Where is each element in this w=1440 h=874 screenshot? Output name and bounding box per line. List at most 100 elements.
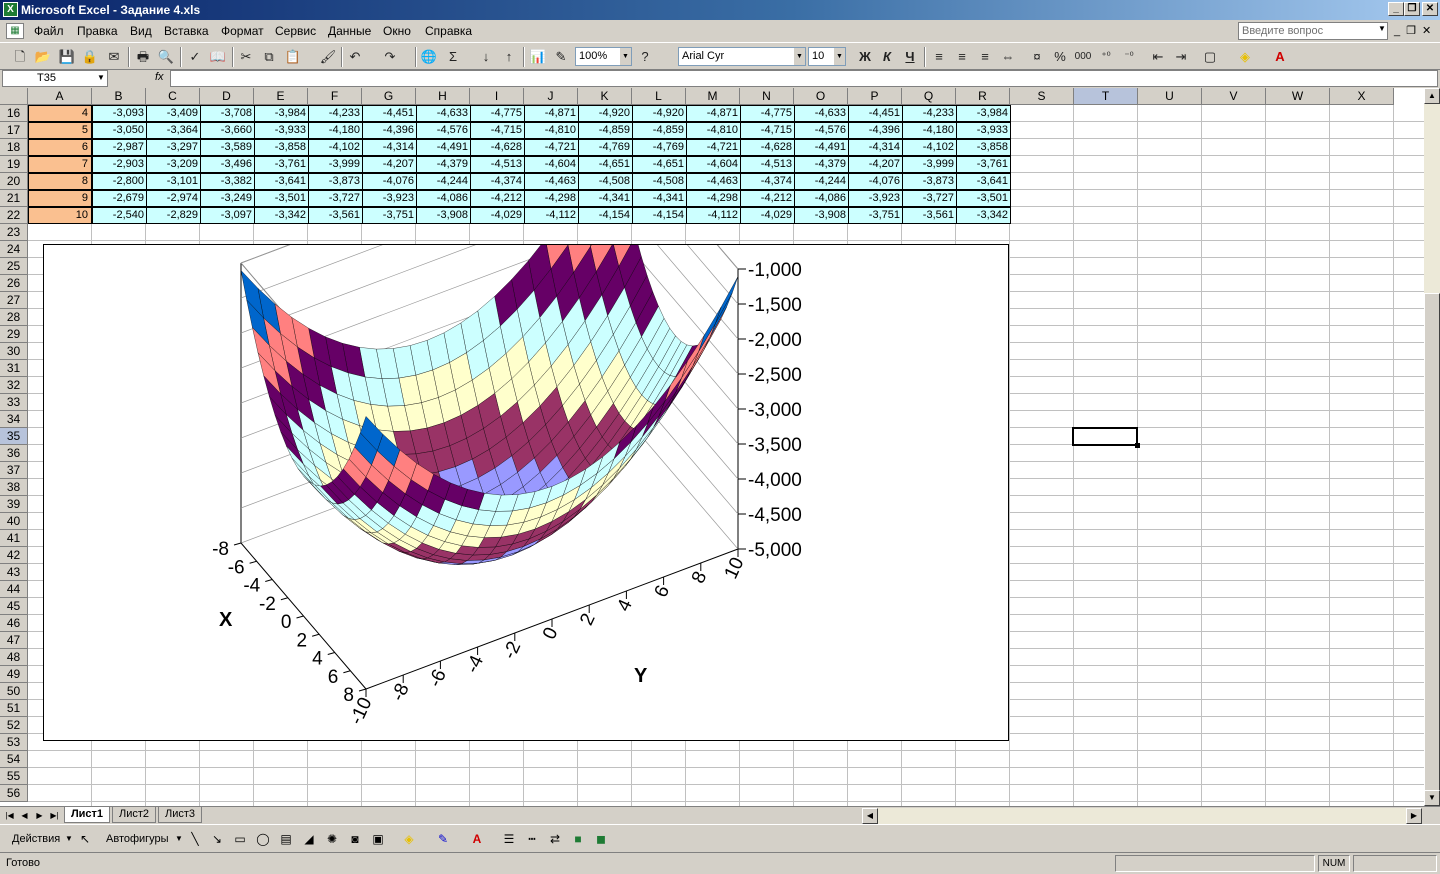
line-style-icon[interactable]: ☰ xyxy=(500,831,518,847)
paste-icon[interactable]: 📋 xyxy=(283,47,303,67)
table-cell[interactable]: -4,859 xyxy=(632,122,687,139)
column-header[interactable]: N xyxy=(740,88,794,105)
row-header[interactable]: 48 xyxy=(0,649,28,666)
column-header[interactable]: M xyxy=(686,88,740,105)
row-header[interactable]: 34 xyxy=(0,411,28,428)
table-cell[interactable]: -3,908 xyxy=(416,207,471,224)
thousands-button[interactable]: 000 xyxy=(1073,47,1093,67)
row-header[interactable]: 56 xyxy=(0,785,28,802)
table-cell[interactable]: -4,396 xyxy=(362,122,417,139)
table-cell[interactable]: -3,727 xyxy=(308,190,363,207)
table-cell[interactable]: -4,086 xyxy=(416,190,471,207)
scroll-thumb[interactable] xyxy=(1424,293,1440,793)
sheet-tab[interactable]: Лист1 xyxy=(64,807,110,823)
row-header[interactable]: 47 xyxy=(0,632,28,649)
textbox-icon[interactable]: ▤ xyxy=(277,831,295,847)
scroll-up-icon[interactable]: ▲ xyxy=(1424,88,1440,104)
table-cell[interactable]: -4,628 xyxy=(740,139,795,156)
table-cell[interactable]: -4,871 xyxy=(524,105,579,122)
row-header[interactable]: 35 xyxy=(0,428,28,445)
table-cell[interactable]: 10 xyxy=(28,207,92,224)
research-icon[interactable]: 📖 xyxy=(208,47,228,67)
table-cell[interactable]: -4,396 xyxy=(848,122,903,139)
3d-icon[interactable]: ◼ xyxy=(592,831,610,847)
merge-center-icon[interactable]: ⇔ xyxy=(998,47,1018,67)
table-cell[interactable]: -3,999 xyxy=(308,156,363,173)
rectangle-icon[interactable]: ▭ xyxy=(231,831,249,847)
table-cell[interactable]: -4,810 xyxy=(686,122,741,139)
help-icon[interactable]: ? xyxy=(635,47,655,67)
table-cell[interactable]: -4,298 xyxy=(686,190,741,207)
table-cell[interactable]: -4,207 xyxy=(362,156,417,173)
table-cell[interactable]: -3,761 xyxy=(254,156,309,173)
column-header[interactable]: D xyxy=(200,88,254,105)
menu-item[interactable]: Вставка xyxy=(164,24,209,38)
table-cell[interactable]: -4,775 xyxy=(470,105,525,122)
table-cell[interactable]: -3,501 xyxy=(956,190,1011,207)
column-header[interactable]: S xyxy=(1010,88,1074,105)
zoom-select[interactable]: 100% ▼ xyxy=(575,47,632,66)
surface-chart[interactable]: -1,000 -1,500 -2,000 -2,500 -3,000 -3,500 -4,0… xyxy=(43,244,1009,741)
dash-style-icon[interactable]: ┅ xyxy=(523,831,541,847)
hyperlink-icon[interactable]: 🌐 xyxy=(419,47,439,67)
table-cell[interactable]: -4,810 xyxy=(524,122,579,139)
table-cell[interactable]: -4,633 xyxy=(416,105,471,122)
column-header[interactable]: V xyxy=(1202,88,1266,105)
table-cell[interactable]: -3,382 xyxy=(200,173,255,190)
row-header[interactable]: 31 xyxy=(0,360,28,377)
table-cell[interactable]: -4,212 xyxy=(740,190,795,207)
table-cell[interactable]: -3,761 xyxy=(956,156,1011,173)
column-header[interactable]: P xyxy=(848,88,902,105)
copy-icon[interactable]: ⧉ xyxy=(259,47,279,67)
menu-item[interactable]: Файл xyxy=(34,24,64,38)
table-cell[interactable]: -3,641 xyxy=(254,173,309,190)
table-cell[interactable]: -4,314 xyxy=(848,139,903,156)
column-header[interactable]: Q xyxy=(902,88,956,105)
table-cell[interactable]: -4,715 xyxy=(740,122,795,139)
close-button[interactable]: ✕ xyxy=(1422,2,1438,16)
table-cell[interactable]: -3,873 xyxy=(902,173,957,190)
table-cell[interactable]: -3,999 xyxy=(902,156,957,173)
underline-button[interactable]: Ч xyxy=(900,47,920,67)
menu-item[interactable]: Данные xyxy=(328,24,371,38)
column-header[interactable]: T xyxy=(1074,88,1138,105)
row-header[interactable]: 20 xyxy=(0,173,28,190)
row-header[interactable]: 22 xyxy=(0,207,28,224)
column-header[interactable]: L xyxy=(632,88,686,105)
selected-cell[interactable] xyxy=(1072,427,1138,446)
row-header[interactable]: 49 xyxy=(0,666,28,683)
table-cell[interactable]: -3,751 xyxy=(362,207,417,224)
table-cell[interactable]: -4,721 xyxy=(524,139,579,156)
table-cell[interactable]: -3,364 xyxy=(146,122,201,139)
chart-wizard-icon[interactable]: 📊 xyxy=(528,47,548,67)
font-select[interactable]: Arial Cyr ▼ xyxy=(678,47,806,66)
print-preview-icon[interactable]: 🔍 xyxy=(156,47,176,67)
table-cell[interactable]: -4,491 xyxy=(416,139,471,156)
oval-icon[interactable]: ◯ xyxy=(254,831,272,847)
font-color-icon[interactable]: A xyxy=(468,831,486,847)
table-cell[interactable]: -4,086 xyxy=(794,190,849,207)
table-cell[interactable]: -4,628 xyxy=(470,139,525,156)
chevron-down-icon[interactable]: ▼ xyxy=(834,48,845,65)
table-cell[interactable]: -4,513 xyxy=(740,156,795,173)
fx-icon[interactable]: fx xyxy=(155,71,164,83)
formula-input[interactable] xyxy=(170,70,1438,87)
table-cell[interactable]: -2,829 xyxy=(146,207,201,224)
column-header[interactable]: F xyxy=(308,88,362,105)
table-cell[interactable]: -4,451 xyxy=(848,105,903,122)
diagram-icon[interactable]: ✺ xyxy=(323,831,341,847)
italic-button[interactable]: К xyxy=(877,47,897,67)
row-header[interactable]: 30 xyxy=(0,343,28,360)
menu-item[interactable]: Окно xyxy=(383,24,411,38)
table-cell[interactable]: -3,660 xyxy=(200,122,255,139)
row-header[interactable]: 37 xyxy=(0,462,28,479)
column-header[interactable]: C xyxy=(146,88,200,105)
table-cell[interactable]: -3,984 xyxy=(956,105,1011,122)
row-header[interactable]: 42 xyxy=(0,547,28,564)
row-header[interactable]: 36 xyxy=(0,445,28,462)
shadow-icon[interactable]: ■ xyxy=(569,831,587,847)
table-cell[interactable]: -3,297 xyxy=(146,139,201,156)
row-header[interactable]: 38 xyxy=(0,479,28,496)
font-color-icon[interactable]: A xyxy=(1270,47,1290,67)
table-cell[interactable]: -4,298 xyxy=(524,190,579,207)
